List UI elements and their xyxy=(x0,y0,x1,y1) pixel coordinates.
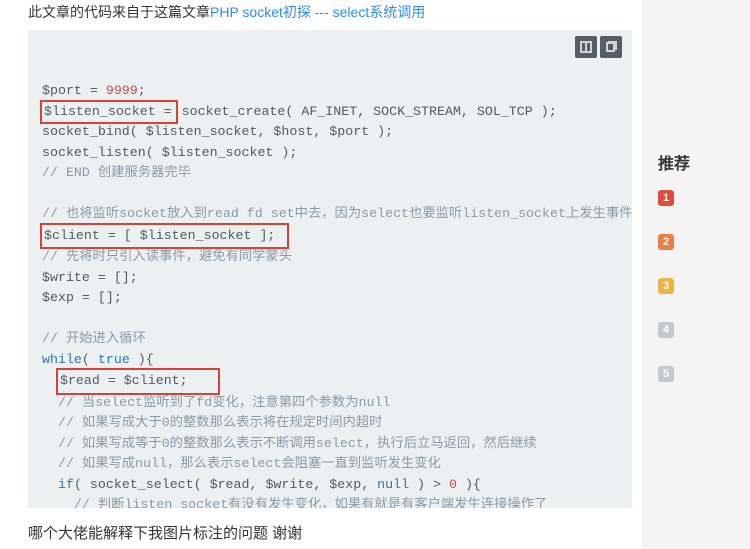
toggle-view-button[interactable] xyxy=(575,36,597,58)
copy-icon xyxy=(605,41,617,53)
code-text: $exp = []; xyxy=(42,290,122,305)
code-text: ; xyxy=(138,83,146,98)
code-number: 0 xyxy=(449,477,457,492)
code-comment: // 如果写成null，那么表示select会阻塞一直到监听发生变化 xyxy=(58,456,441,471)
intro-text: 此文章的代码来自于这篇文章 xyxy=(28,4,210,20)
rank-badge: 4 xyxy=(658,322,674,338)
article-body: 此文章的代码来自于这篇文章PHP socket初探 --- select系统调用… xyxy=(0,0,642,549)
highlight-1: $listen_socket = xyxy=(40,100,178,125)
rank-badge: 2 xyxy=(658,234,674,250)
code-text: ){ xyxy=(457,477,481,492)
rank-badge: 1 xyxy=(658,190,674,206)
code-comment: // 如果写成大于0的整数那么表示将在规定时间内超时 xyxy=(58,415,382,430)
code-keyword: true xyxy=(98,352,130,367)
columns-icon xyxy=(580,41,592,53)
highlight-3: $read = $client; xyxy=(56,368,220,395)
code-block: $port = 9999; $listen_socket = socket_cr… xyxy=(28,30,632,508)
sidebar-item[interactable]: 3 xyxy=(658,276,712,294)
code-text: ){ xyxy=(130,352,154,367)
sidebar-title: 推荐 xyxy=(658,150,712,174)
source-link[interactable]: PHP socket初探 --- select系统调用 xyxy=(210,4,425,20)
code-text: socket_listen( $listen_socket ); xyxy=(42,145,297,160)
code-text: ( xyxy=(82,352,98,367)
code-comment: // 先将时只引入读事件，避免有同学蒙头 xyxy=(42,249,292,264)
code-keyword: while xyxy=(42,352,82,367)
code-keyword: if xyxy=(58,477,74,492)
highlight-2: $client = [ $listen_socket ]; xyxy=(40,223,289,250)
code-text: $listen_socket = xyxy=(44,104,172,119)
code-text: ( socket_select( $read, $write, $exp, xyxy=(74,477,377,492)
code-comment: // END 创建服务器完毕 xyxy=(42,165,191,180)
sidebar-item[interactable]: 2 xyxy=(658,232,712,250)
sidebar-item[interactable]: 5 xyxy=(658,364,712,382)
code-toolbar xyxy=(572,36,622,58)
sidebar-item[interactable]: 4 xyxy=(658,320,712,338)
code-text: $read = $client; xyxy=(60,373,188,388)
rank-badge: 5 xyxy=(658,366,674,382)
code-text: socket_bind( $listen_socket, $host, $por… xyxy=(42,124,393,139)
code-keyword: null xyxy=(377,477,409,492)
code-text: ) > xyxy=(409,477,449,492)
question-text: 哪个大佬能解释下我图片标注的问题 谢谢 xyxy=(28,508,632,549)
code-comment: // 也将监听socket放入到read fd set中去，因为select也要… xyxy=(42,206,632,221)
copy-button[interactable] xyxy=(600,36,622,58)
code-text: $port = xyxy=(42,83,106,98)
code-number: 9999 xyxy=(106,83,138,98)
sidebar-item[interactable]: 1 xyxy=(658,188,712,206)
code-text: $write = []; xyxy=(42,270,138,285)
code-comment: // 开始进入循环 xyxy=(42,331,146,346)
code-text: socket_create( AF_INET, SOCK_STREAM, SOL… xyxy=(174,104,557,119)
code-comment: // 如果写成等于0的整数那么表示不断调用select，执行后立马返回，然后继续 xyxy=(58,436,537,451)
intro-line: 此文章的代码来自于这篇文章PHP socket初探 --- select系统调用 xyxy=(28,0,632,30)
code-comment: // 当select监听到了fd变化，注意第四个参数为null xyxy=(58,395,390,410)
rank-badge: 3 xyxy=(658,278,674,294)
code-text: $client = [ $listen_socket ]; xyxy=(44,228,275,243)
code-comment: // 判断listen_socket有没有发生变化，如果有就是有客户端发生连接操… xyxy=(74,497,547,508)
sidebar: 推荐 1 2 3 4 5 xyxy=(642,0,712,408)
